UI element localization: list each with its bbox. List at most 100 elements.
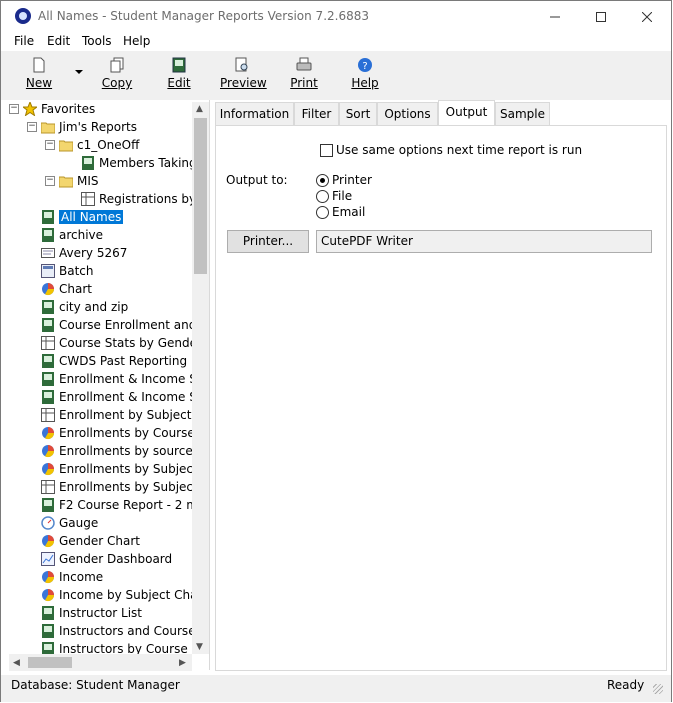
mis-expander[interactable]: − bbox=[45, 176, 55, 186]
book-icon bbox=[41, 624, 55, 638]
tree-item-report[interactable]: Batch bbox=[41, 262, 94, 280]
same-options-checkbox[interactable] bbox=[320, 144, 333, 157]
pie-chart-icon bbox=[41, 534, 55, 548]
file-radio-label[interactable]: File bbox=[332, 189, 352, 203]
tree-item-report[interactable]: Enrollments by Subject bbox=[41, 460, 198, 478]
maximize-button[interactable] bbox=[578, 1, 624, 32]
tree-item-report[interactable]: Enrollment by Subject by bbox=[41, 406, 210, 424]
preview-button[interactable]: Preview bbox=[220, 55, 267, 95]
tree-item-report[interactable]: Gauge bbox=[41, 514, 98, 532]
file-radio[interactable] bbox=[316, 190, 329, 203]
tree-item-report[interactable]: Enrollment & Income Su bbox=[41, 388, 204, 406]
minimize-button[interactable] bbox=[532, 1, 578, 32]
tree-item-report[interactable]: Instructor List bbox=[41, 604, 142, 622]
tree-item-report[interactable]: Enrollments by source bbox=[41, 442, 193, 460]
tree-item-label: Enrollments by Course fo bbox=[59, 426, 210, 440]
new-button[interactable]: New bbox=[25, 55, 53, 95]
tree-item-report[interactable]: Course Enrollment and In bbox=[41, 316, 209, 334]
tab-sort[interactable]: Sort bbox=[339, 102, 377, 125]
report-tree[interactable]: − Favorites − Jim's Reports − c1_OneOff … bbox=[9, 100, 210, 670]
pie-chart-icon bbox=[41, 282, 55, 296]
tree-item-report[interactable]: Course Stats by Gender bbox=[41, 334, 202, 352]
jims-reports-expander[interactable]: − bbox=[27, 122, 37, 132]
tree-scroll-thumb[interactable] bbox=[194, 118, 207, 274]
tree-item-jims-reports[interactable]: Jim's Reports bbox=[40, 118, 137, 136]
tree-item-report[interactable]: city and zip bbox=[41, 298, 128, 316]
tree-item-report[interactable]: F2 Course Report - 2 mo bbox=[41, 496, 205, 514]
tab-output[interactable]: Output bbox=[438, 100, 495, 126]
tree-item-registrations[interactable]: Registrations by S bbox=[81, 190, 208, 208]
label-icon bbox=[41, 246, 55, 260]
tree-item-report[interactable]: Income bbox=[41, 568, 103, 586]
new-dropdown-arrow[interactable] bbox=[75, 70, 83, 74]
tree-item-report[interactable]: Income by Subject Chart bbox=[41, 586, 207, 604]
menu-help[interactable]: Help bbox=[123, 34, 150, 48]
tree-item-report[interactable]: Enrollments by Subject b bbox=[41, 478, 209, 496]
tree-item-label: Enrollment & Income Su bbox=[59, 372, 205, 386]
tab-filter[interactable]: Filter bbox=[294, 102, 339, 125]
tree-item-report[interactable]: Gender Chart bbox=[41, 532, 140, 550]
tree-item-label: Enrollments by Subject b bbox=[59, 480, 210, 494]
c1-oneoff-expander[interactable]: − bbox=[45, 140, 55, 150]
tree-hscroll-thumb[interactable] bbox=[28, 657, 72, 668]
tree-item-members-taking[interactable]: Members Taking bbox=[81, 154, 197, 172]
print-button[interactable]: Print bbox=[290, 55, 318, 95]
tree-item-report[interactable]: All Names bbox=[41, 208, 124, 226]
pie-chart-icon bbox=[41, 462, 55, 476]
tree-item-label: Enrollment by Subject by bbox=[59, 408, 210, 422]
printer-radio-label[interactable]: Printer bbox=[332, 173, 372, 187]
tab-options[interactable]: Options bbox=[377, 102, 438, 125]
printer-select-button[interactable]: Printer... bbox=[227, 230, 309, 253]
tree-item-label: Course Stats by Gender bbox=[59, 336, 202, 350]
copy-icon bbox=[110, 57, 124, 73]
tree-item-label: city and zip bbox=[59, 300, 129, 314]
tree-item-label: archive bbox=[59, 228, 104, 242]
scroll-down-icon[interactable]: ▼ bbox=[196, 642, 203, 652]
tree-item-report[interactable]: Avery 5267 bbox=[41, 244, 127, 262]
edit-button[interactable]: Edit bbox=[167, 55, 191, 95]
book-icon bbox=[81, 156, 95, 170]
menu-file[interactable]: File bbox=[14, 34, 34, 48]
book-icon bbox=[41, 318, 55, 332]
tree-item-report[interactable]: CWDS Past Reporting bbox=[41, 352, 187, 370]
book-icon bbox=[41, 210, 55, 224]
tab-information[interactable]: Information bbox=[215, 102, 294, 125]
book-icon bbox=[41, 372, 55, 386]
tree-item-c1-oneoff[interactable]: c1_OneOff bbox=[58, 136, 139, 154]
tree-item-report[interactable]: archive bbox=[41, 226, 103, 244]
same-options-label[interactable]: Use same options next time report is run bbox=[336, 143, 582, 157]
menu-tools[interactable]: Tools bbox=[82, 34, 112, 48]
tab-sample[interactable]: Sample bbox=[495, 102, 550, 125]
tree-item-label: Enrollments by source bbox=[59, 444, 193, 458]
email-radio-label[interactable]: Email bbox=[332, 205, 365, 219]
close-button[interactable] bbox=[624, 1, 670, 32]
crosstab-icon bbox=[41, 480, 55, 494]
pie-chart-icon bbox=[41, 570, 55, 584]
scroll-right-icon[interactable]: ▶ bbox=[179, 658, 186, 668]
copy-button[interactable]: Copy bbox=[101, 55, 133, 95]
tree-item-label: All Names bbox=[59, 210, 124, 224]
resize-grip[interactable] bbox=[653, 684, 663, 694]
menu-edit[interactable]: Edit bbox=[47, 34, 70, 48]
email-radio[interactable] bbox=[316, 206, 329, 219]
minimize-icon bbox=[550, 16, 560, 17]
tree-item-favorites[interactable]: Favorites bbox=[21, 100, 95, 118]
tree-item-label: Enrollments by Subject bbox=[59, 462, 198, 476]
favorites-expander[interactable]: − bbox=[9, 104, 19, 114]
scroll-up-icon[interactable]: ▲ bbox=[196, 104, 203, 114]
tree-item-report[interactable]: Enrollment & Income Su bbox=[41, 370, 204, 388]
help-button[interactable]: ? Help bbox=[351, 55, 379, 95]
svg-text:?: ? bbox=[362, 61, 367, 72]
tree-item-report[interactable]: Enrollments by Course fo bbox=[41, 424, 210, 442]
scroll-left-icon[interactable]: ◀ bbox=[13, 658, 20, 668]
tree-item-mis[interactable]: MIS bbox=[58, 172, 99, 190]
crosstab-icon bbox=[81, 192, 95, 206]
book-icon bbox=[41, 228, 55, 242]
tree-item-report[interactable]: Gender Dashboard bbox=[41, 550, 172, 568]
star-icon bbox=[21, 100, 39, 117]
book-icon bbox=[41, 300, 55, 314]
tab-strip: Information Filter Sort Options Output S… bbox=[215, 100, 667, 126]
tree-item-report[interactable]: Chart bbox=[41, 280, 92, 298]
printer-radio[interactable] bbox=[316, 174, 329, 187]
tree-item-report[interactable]: Instructors and Courses T bbox=[41, 622, 209, 640]
